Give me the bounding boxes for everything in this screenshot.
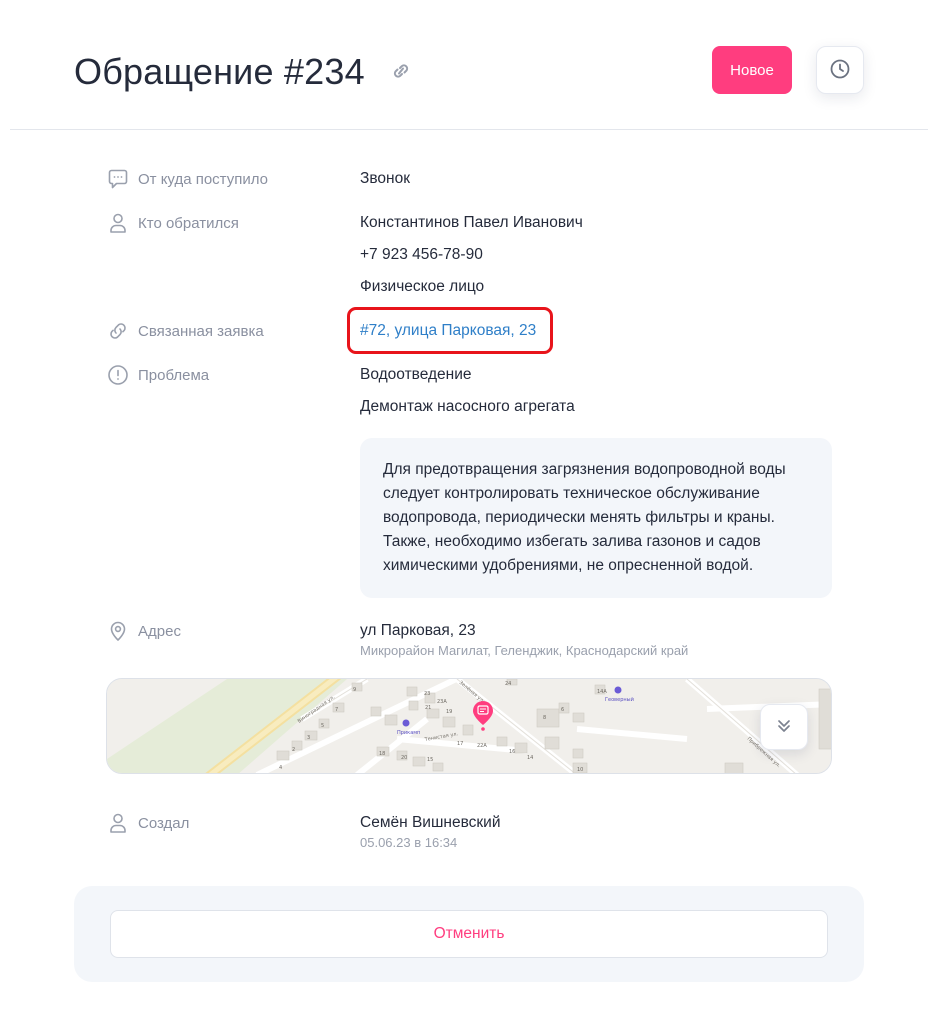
- source-value: Звонок: [360, 170, 411, 187]
- header-divider: [10, 129, 928, 130]
- problem-label-row: Проблема: [106, 363, 209, 387]
- problem-subcategory: Демонтаж насосного агрегата: [360, 398, 575, 415]
- svg-text:19: 19: [446, 709, 452, 715]
- creator-label-row: Создал: [106, 811, 189, 835]
- svg-text:21: 21: [425, 705, 431, 711]
- problem-label: Проблема: [138, 366, 210, 384]
- creator-label: Создал: [138, 814, 190, 832]
- chat-icon: [106, 167, 130, 191]
- problem-note: Для предотвращения загрязнения водопрово…: [360, 438, 832, 598]
- history-button[interactable]: [816, 46, 864, 94]
- svg-text:2: 2: [292, 747, 295, 753]
- location-pin-icon: [106, 619, 130, 643]
- source-label: От куда поступило: [138, 170, 268, 188]
- svg-text:7: 7: [335, 707, 338, 713]
- clock-icon: [829, 58, 851, 83]
- highlight-box: [347, 307, 553, 354]
- address-label-row: Адрес: [106, 619, 181, 643]
- applicant-phone: +7 923 456-78-90: [360, 246, 483, 263]
- related-label: Связанная заявка: [138, 322, 264, 340]
- address-map[interactable]: 23 23А 21 19 17 22А 15 16 14 18 20 2 4 7…: [106, 678, 832, 774]
- created-date: 05.06.23 в 16:34: [360, 835, 458, 850]
- svg-text:15: 15: [427, 757, 433, 763]
- svg-text:17: 17: [457, 741, 463, 747]
- problem-category: Водоотведение: [360, 366, 472, 383]
- note-line: химическими удобрениями, не опресненной …: [383, 557, 754, 574]
- note-line: Для предотвращения загрязнения водопрово…: [383, 461, 786, 478]
- svg-text:20: 20: [401, 755, 407, 761]
- svg-text:14А: 14А: [597, 689, 607, 695]
- svg-text:3: 3: [307, 735, 310, 741]
- user-icon: [106, 811, 130, 835]
- note-line: водопровода, периодически менять фильтры…: [383, 509, 775, 526]
- note-line: следует контролировать техническое обслу…: [383, 485, 760, 502]
- address-label: Адрес: [138, 622, 181, 640]
- link-chain-icon: [106, 319, 130, 343]
- applicant-label-row: Кто обратился: [106, 211, 239, 235]
- source-label-row: От куда поступило: [106, 167, 268, 191]
- svg-text:Прикамп: Прикамп: [397, 730, 420, 736]
- svg-text:9: 9: [353, 687, 356, 693]
- svg-text:4: 4: [279, 765, 282, 771]
- applicant-label: Кто обратился: [138, 214, 239, 232]
- svg-text:5: 5: [321, 723, 324, 729]
- creator-name: Семён Вишневский: [360, 814, 501, 831]
- user-icon: [106, 211, 130, 235]
- cancel-button[interactable]: Отменить: [110, 910, 828, 958]
- chevron-double-down-icon: [774, 716, 794, 739]
- page-title: Обращение #234: [74, 51, 365, 92]
- expand-map-button[interactable]: [760, 704, 808, 750]
- svg-text:24: 24: [505, 681, 511, 687]
- svg-text:Геоверный: Геоверный: [605, 696, 634, 703]
- applicant-type: Физическое лицо: [360, 278, 485, 295]
- address-street: ул Парковая, 23: [360, 622, 476, 639]
- svg-text:14: 14: [527, 755, 533, 761]
- svg-text:8: 8: [543, 715, 546, 721]
- applicant-name: Константинов Павел Иванович: [360, 214, 583, 231]
- address-region: Микрорайон Магилат, Геленджик, Краснодар…: [360, 643, 689, 658]
- page-header: Обращение #234 Новое: [0, 0, 938, 130]
- svg-text:18: 18: [379, 751, 385, 757]
- link-icon[interactable]: [388, 58, 414, 84]
- svg-text:10: 10: [577, 767, 583, 773]
- alert-circle-icon: [106, 363, 130, 387]
- svg-text:23А: 23А: [437, 699, 447, 705]
- note-line: Также, необходимо избегать залива газоно…: [383, 533, 761, 550]
- status-button[interactable]: Новое: [712, 46, 792, 94]
- svg-text:6: 6: [561, 707, 564, 713]
- svg-text:23: 23: [424, 691, 430, 697]
- svg-text:22А: 22А: [477, 743, 487, 749]
- svg-text:16: 16: [509, 749, 515, 755]
- related-label-row: Связанная заявка: [106, 319, 264, 343]
